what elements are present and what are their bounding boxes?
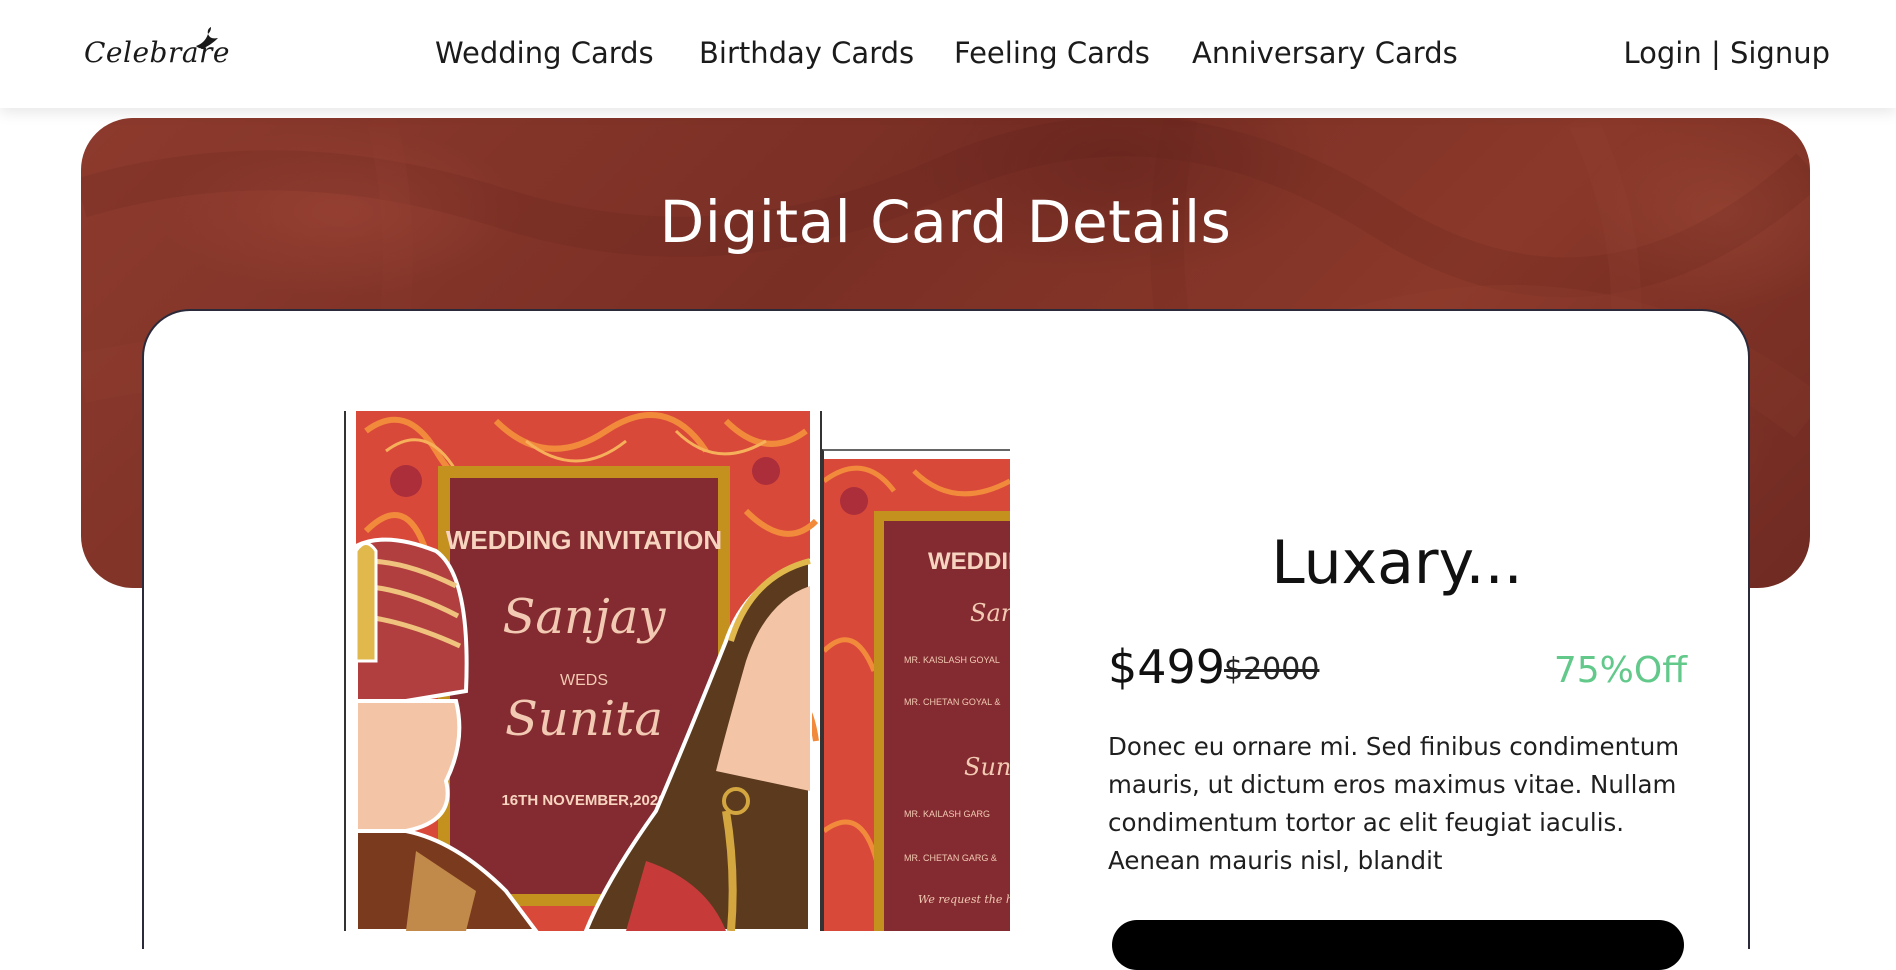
invitation-bride: Sunita: [505, 691, 663, 747]
original-price: $2000: [1224, 652, 1320, 687]
invitation-date: 16TH NOVEMBER,2020: [501, 792, 666, 809]
product-image-gallery: WEDDING INVITATION Sanjay WEDS Sunita 16…: [344, 411, 1010, 931]
top-nav-bar: Celebrare Wedding Cards Birthday Cards F…: [0, 0, 1896, 108]
nav-birthday-cards[interactable]: Birthday Cards: [699, 36, 914, 70]
auth-separator: |: [1710, 36, 1721, 70]
wedding-invitation-illustration: WEDDING INVITATION Sanjay WEDS Sunita 16…: [354, 411, 819, 931]
product-description: Donec eu ornare mi. Sed finibus condimen…: [1108, 732, 1680, 875]
current-price: $499: [1108, 640, 1226, 694]
signup-link[interactable]: Signup: [1730, 36, 1830, 70]
invitation-weds: WEDS: [560, 672, 608, 689]
nav-anniversary-cards[interactable]: Anniversary Cards: [1192, 36, 1458, 70]
thumb-groom: Sanjay: [970, 599, 1010, 627]
invitation-groom: Sanjay: [502, 589, 666, 645]
primary-action-button[interactable]: [1112, 920, 1684, 970]
celebrare-logo[interactable]: Celebrare: [84, 26, 229, 76]
auth-links: Login | Signup: [1623, 36, 1830, 70]
nav-wedding-cards[interactable]: Wedding Cards: [435, 36, 654, 70]
thumb-bride: Sunita: [964, 753, 1010, 781]
bird-icon: [196, 27, 218, 49]
thumb-line3: MR. KAILASH GARG: [904, 809, 990, 819]
invitation-heading: WEDDING INVITATION: [446, 525, 722, 555]
main-product-image[interactable]: WEDDING INVITATION Sanjay WEDS Sunita 16…: [344, 411, 822, 931]
login-link[interactable]: Login: [1623, 36, 1701, 70]
product-title: Luxary...: [1271, 528, 1523, 598]
discount-badge: 75%Off: [1553, 650, 1687, 691]
thumb-line2: MR. CHETAN GOYAL &: [904, 697, 1000, 707]
wedding-invitation-thumbnail: WEDDING Sanjay MR. KAISLASH GOYAL MR. CH…: [822, 459, 1010, 931]
page-title: Digital Card Details: [659, 188, 1232, 256]
thumbnail-image[interactable]: WEDDING Sanjay MR. KAISLASH GOYAL MR. CH…: [822, 449, 1010, 931]
nav-feeling-cards[interactable]: Feeling Cards: [954, 36, 1150, 70]
thumb-line4: MR. CHETAN GARG &: [904, 853, 997, 863]
thumb-footer: We request the honour: [918, 893, 1010, 906]
thumb-line1: MR. KAISLASH GOYAL: [904, 655, 1000, 665]
thumb-heading: WEDDING: [928, 548, 1010, 575]
